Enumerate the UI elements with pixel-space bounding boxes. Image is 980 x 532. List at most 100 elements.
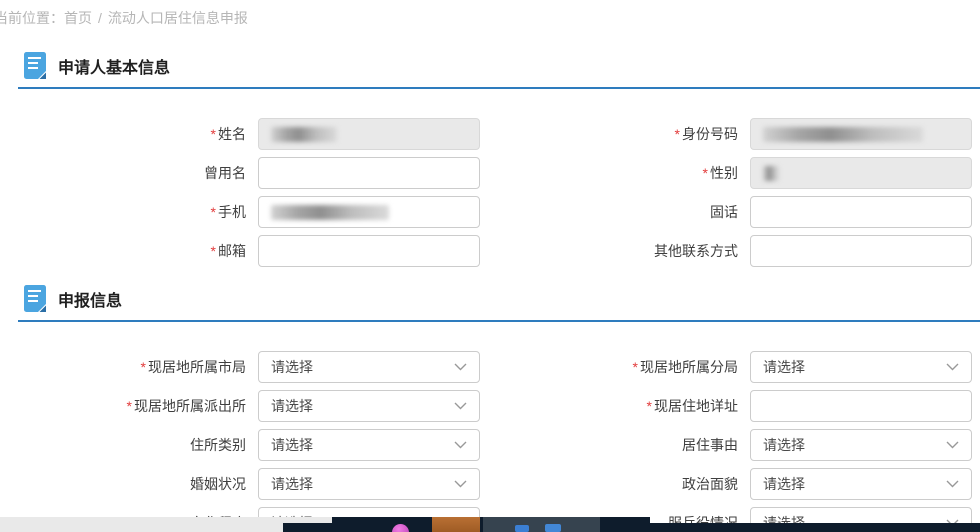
text-input[interactable]: [750, 390, 972, 422]
field-label: 固话: [710, 202, 738, 222]
text-input[interactable]: [750, 196, 972, 228]
redacted-value: [763, 166, 779, 181]
field-label: *现居地所属派出所: [127, 396, 246, 416]
form-field: *身份号码: [490, 118, 972, 150]
taskbar-app-icon-orange[interactable]: [432, 517, 480, 532]
chevron-down-icon: [946, 363, 959, 371]
required-asterisk: *: [211, 126, 216, 142]
section-header-declaration-info: 申报信息: [18, 285, 980, 322]
breadcrumb-home-link[interactable]: 首页: [64, 10, 92, 26]
field-label-text: 婚姻状况: [190, 474, 246, 494]
dropdown-select[interactable]: 请选择: [750, 429, 972, 461]
dropdown-select[interactable]: 请选择: [258, 429, 480, 461]
text-input[interactable]: [258, 196, 480, 228]
form-field: *现居地所属分局 请选择: [490, 351, 972, 383]
form-field: 其他联系方式: [490, 235, 972, 267]
dropdown-selected-value: 请选择: [271, 357, 313, 377]
field-label-text: 固话: [710, 202, 738, 222]
field-label-text: 邮箱: [218, 241, 246, 261]
form-field: *现居地所属派出所请选择: [8, 390, 490, 422]
section-title: 申请人基本信息: [58, 54, 170, 78]
field-label-text: 姓名: [218, 124, 246, 144]
breadcrumb-current: 流动人口居住信息申报: [108, 10, 248, 26]
text-input[interactable]: [258, 157, 480, 189]
dropdown-selected-value: 请选择: [763, 357, 805, 377]
required-asterisk: *: [211, 204, 216, 220]
field-label: *手机: [211, 202, 246, 222]
required-asterisk: *: [141, 359, 146, 375]
field-label-text: 性别: [710, 163, 738, 183]
field-label: *现居住地详址: [647, 396, 738, 416]
dropdown-selected-value: 请选择: [271, 435, 313, 455]
taskbar-app-icon-blue[interactable]: [515, 525, 529, 532]
field-label-text: 现居地所属市局: [148, 357, 246, 377]
breadcrumb-separator: /: [98, 10, 102, 26]
dropdown-select[interactable]: 请选择: [258, 351, 480, 383]
form-field: *姓名: [8, 118, 490, 150]
required-asterisk: *: [703, 165, 708, 181]
dropdown-select[interactable]: 请选择: [258, 468, 480, 500]
taskbar-app-icon-pink[interactable]: [392, 524, 409, 532]
declaration-form-page: 当前位置：首页/流动人口居住信息申报 申请人基本信息 *姓名*身份号码曾用名*性…: [0, 0, 980, 532]
field-label-text: 现居住地详址: [654, 396, 738, 416]
field-label: *身份号码: [675, 124, 738, 144]
field-label: *现居地所属市局: [141, 357, 246, 377]
form-field: 曾用名: [8, 157, 490, 189]
text-input[interactable]: [750, 235, 972, 267]
chevron-down-icon: [946, 441, 959, 449]
breadcrumb-prefix: 当前位置：: [0, 10, 64, 26]
chevron-down-icon: [454, 441, 467, 449]
breadcrumb: 当前位置：首页 / 流动人口居住信息申报: [0, 8, 248, 28]
redacted-value: [271, 205, 389, 220]
chevron-down-icon: [454, 480, 467, 488]
field-label-text: 手机: [218, 202, 246, 222]
field-label: 政治面貌: [682, 474, 738, 494]
document-icon: [24, 285, 46, 312]
field-label: 住所类别: [190, 435, 246, 455]
section-header-applicant-info: 申请人基本信息: [18, 52, 980, 89]
dropdown-selected-value: 请选择: [763, 435, 805, 455]
form-field: *现居地所属市局 请选择: [8, 351, 490, 383]
field-label: *邮箱: [211, 241, 246, 261]
document-icon: [24, 52, 46, 79]
form-field: *性别: [490, 157, 972, 189]
field-label-text: 住所类别: [190, 435, 246, 455]
field-label: 其他联系方式: [654, 241, 738, 261]
chevron-down-icon: [946, 480, 959, 488]
redacted-value: [271, 127, 337, 142]
taskbar-app-icon-blue[interactable]: [545, 524, 561, 532]
redacted-value: [763, 127, 923, 142]
text-input: [750, 118, 972, 150]
required-asterisk: *: [675, 126, 680, 142]
dropdown-selected-value: 请选择: [763, 474, 805, 494]
field-label: *性别: [703, 163, 738, 183]
field-label-text: 政治面貌: [682, 474, 738, 494]
dropdown-select[interactable]: 请选择: [750, 351, 972, 383]
dropdown-select[interactable]: 请选择: [750, 468, 972, 500]
required-asterisk: *: [127, 398, 132, 414]
form-field: 固话: [490, 196, 972, 228]
form-field: *现居住地详址: [490, 390, 972, 422]
field-label-text: 身份号码: [682, 124, 738, 144]
text-input: [258, 118, 480, 150]
dropdown-selected-value: 请选择: [271, 474, 313, 494]
field-label: 婚姻状况: [190, 474, 246, 494]
field-label-text: 现居地所属分局: [640, 357, 738, 377]
field-label: *姓名: [211, 124, 246, 144]
form-field: *手机: [8, 196, 490, 228]
required-asterisk: *: [633, 359, 638, 375]
form-field: 婚姻状况 请选择: [8, 468, 490, 500]
field-label: *现居地所属分局: [633, 357, 738, 377]
required-asterisk: *: [211, 243, 216, 259]
form-field: 政治面貌 请选择: [490, 468, 972, 500]
windows-taskbar-icons: [332, 517, 650, 532]
section-title: 申报信息: [58, 287, 122, 311]
chevron-down-icon: [454, 402, 467, 410]
taskbar-active-app-group[interactable]: [483, 517, 600, 532]
field-label-text: 曾用名: [204, 163, 246, 183]
form-field: 住所类别 请选择: [8, 429, 490, 461]
text-input[interactable]: [258, 235, 480, 267]
required-asterisk: *: [647, 398, 652, 414]
form-field: 居住事由请选择: [490, 429, 972, 461]
dropdown-select[interactable]: 请选择: [258, 390, 480, 422]
